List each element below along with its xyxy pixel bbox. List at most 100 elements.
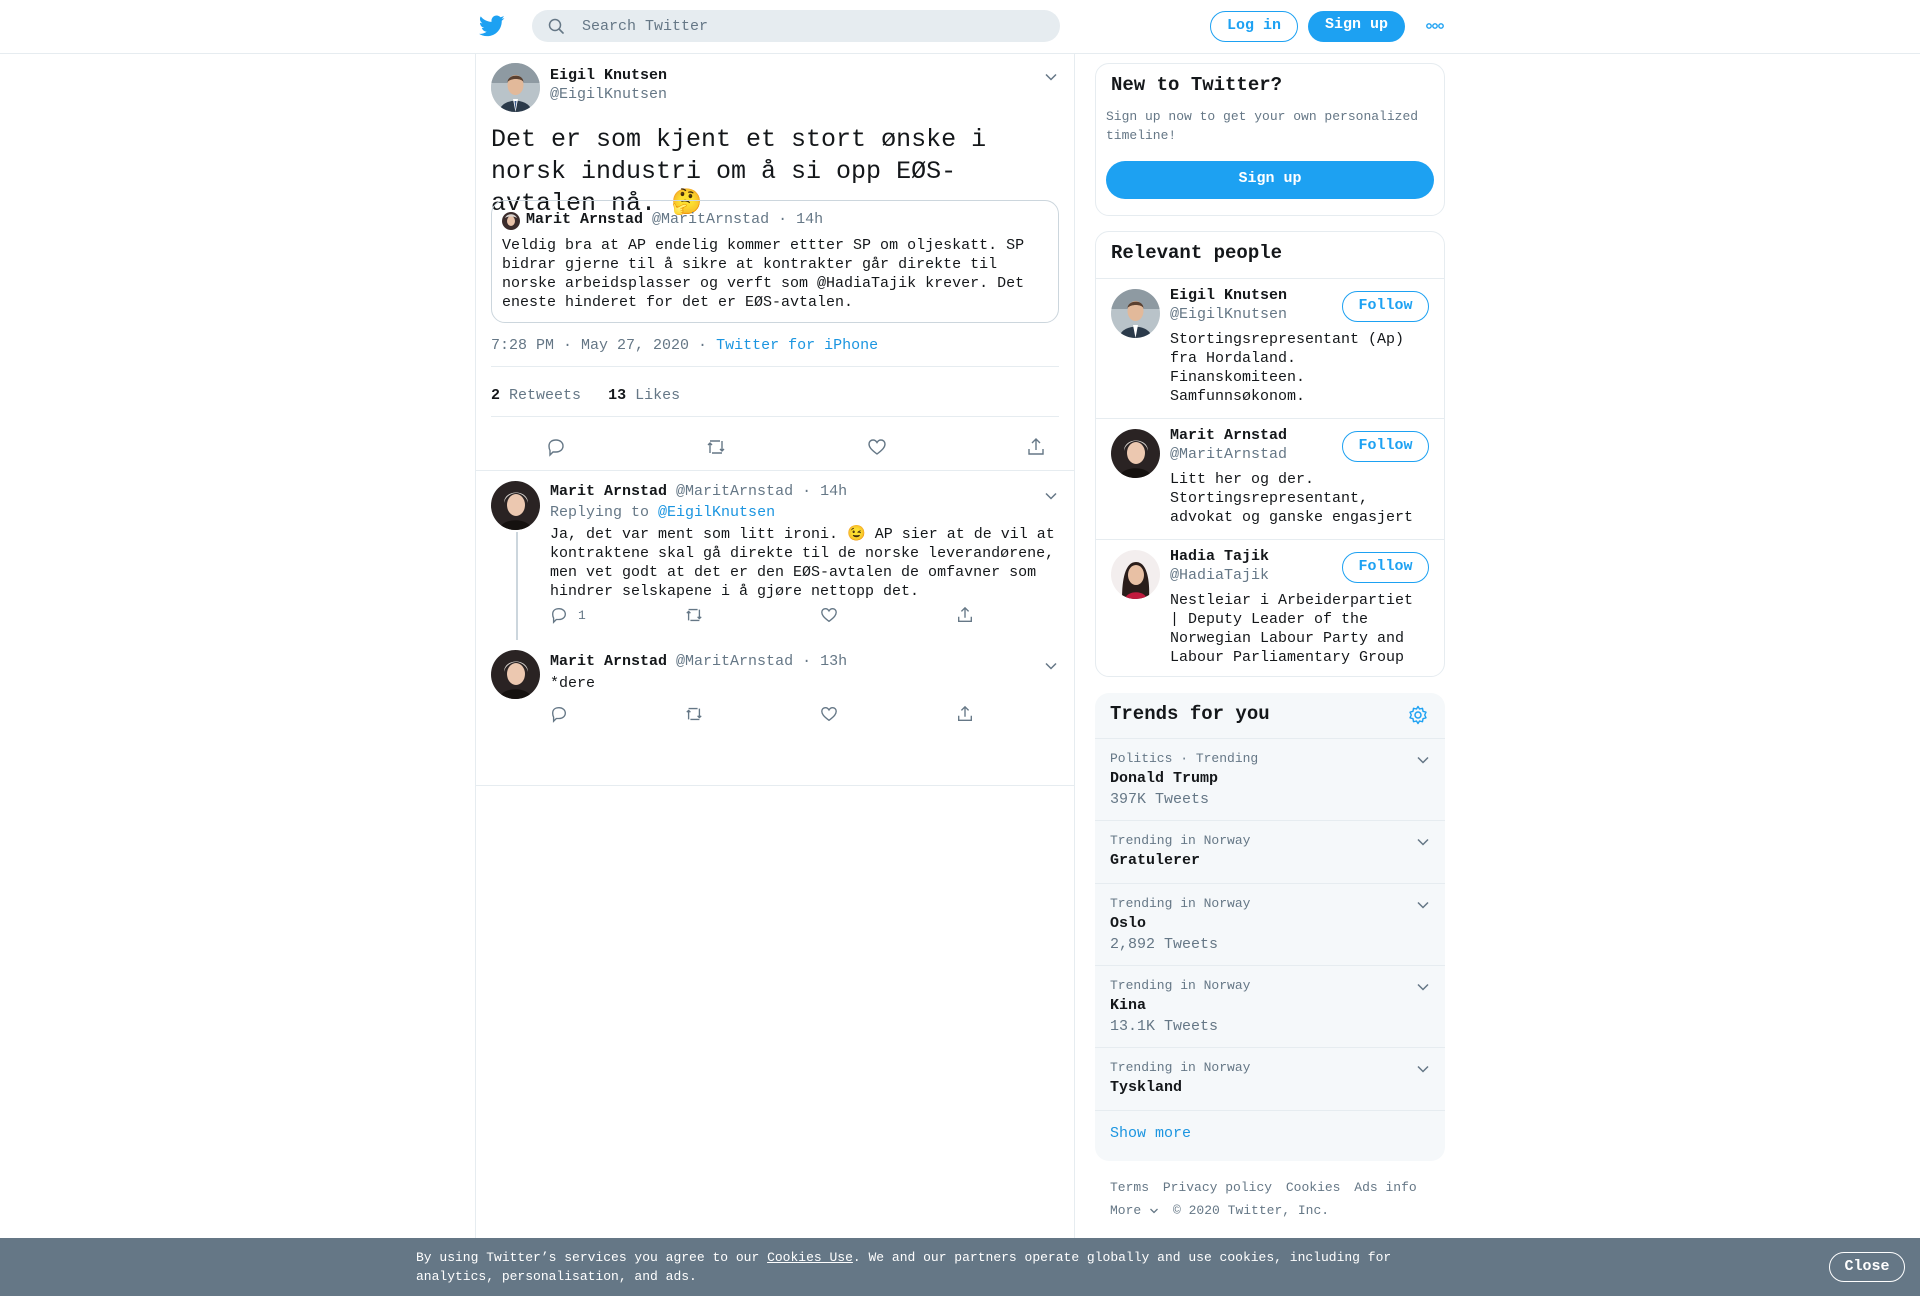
avatar-image bbox=[491, 63, 540, 112]
trend-count: 2,892 Tweets bbox=[1110, 936, 1219, 953]
retweet-icon[interactable] bbox=[705, 437, 727, 457]
settings-gear-icon[interactable] bbox=[1408, 705, 1428, 725]
author-handle[interactable]: @EigilKnutsen bbox=[550, 86, 667, 103]
trend-item[interactable]: Trending in Norway Kina 13.1K Tweets bbox=[1095, 965, 1445, 1047]
follow-button[interactable]: Follow bbox=[1342, 431, 1429, 462]
footer-link-privacy[interactable]: Privacy policy bbox=[1163, 1180, 1272, 1195]
trend-name: Oslo bbox=[1110, 915, 1147, 932]
trend-item[interactable]: Trending in Norway Gratulerer bbox=[1095, 820, 1445, 883]
tweet-timestamp[interactable]: 7:28 PM · May 27, 2020 · bbox=[491, 337, 707, 354]
reply-author-name[interactable]: Marit Arnstad bbox=[550, 653, 667, 670]
retweet-icon[interactable] bbox=[684, 606, 704, 624]
like-icon[interactable] bbox=[820, 705, 838, 723]
chevron-down-icon[interactable] bbox=[1416, 980, 1430, 994]
search-box[interactable] bbox=[532, 10, 1060, 42]
chevron-down-icon[interactable] bbox=[1044, 489, 1058, 503]
login-button[interactable]: Log in bbox=[1210, 11, 1298, 42]
person-handle[interactable]: @MaritArnstad bbox=[1170, 446, 1287, 463]
quote-author-name[interactable]: Marit Arnstad bbox=[526, 211, 643, 228]
avatar-eigil[interactable] bbox=[491, 63, 540, 112]
avatar-marit[interactable] bbox=[491, 650, 540, 699]
more-options-icon[interactable] bbox=[1425, 21, 1445, 31]
reply-time[interactable]: · 14h bbox=[802, 483, 847, 500]
chevron-down-icon[interactable] bbox=[1044, 659, 1058, 673]
person-item[interactable]: Eigil Knutsen @EigilKnutsen Follow Stort… bbox=[1096, 278, 1444, 418]
likes-stat[interactable]: 13 Likes bbox=[608, 387, 680, 404]
trend-item[interactable]: Trending in Norway Tyskland bbox=[1095, 1047, 1445, 1110]
follow-button[interactable]: Follow bbox=[1342, 552, 1429, 583]
person-handle[interactable]: @HadiaTajik bbox=[1170, 567, 1269, 584]
footer-more[interactable]: More bbox=[1110, 1203, 1159, 1218]
reply-author-handle[interactable]: @MaritArnstad bbox=[676, 483, 793, 500]
quoted-tweet[interactable]: Marit Arnstad @MaritArnstad · 14h Veldig… bbox=[491, 200, 1059, 323]
reply-icon[interactable] bbox=[550, 606, 568, 624]
follow-button[interactable]: Follow bbox=[1342, 291, 1429, 322]
reply-action[interactable]: 1 bbox=[550, 606, 684, 624]
trend-count: 13.1K Tweets bbox=[1110, 1018, 1219, 1035]
trend-item[interactable]: Politics · Trending Donald Trump 397K Tw… bbox=[1095, 738, 1445, 820]
trends-card: Trends for you Politics · Trending Donal… bbox=[1095, 693, 1445, 1161]
twitter-bird-icon[interactable] bbox=[478, 13, 506, 39]
tweet-source-link[interactable]: Twitter for iPhone bbox=[716, 337, 878, 354]
card-title: Trends for you bbox=[1110, 703, 1270, 725]
person-name[interactable]: Marit Arnstad bbox=[1170, 427, 1287, 444]
trend-name: Donald Trump bbox=[1110, 770, 1219, 787]
reply-tweet[interactable]: Marit Arnstad @MaritArnstad · 14h Replyi… bbox=[476, 471, 1074, 641]
quote-author-handle[interactable]: @MaritArnstad bbox=[652, 211, 769, 228]
avatar-marit[interactable] bbox=[1111, 429, 1160, 478]
chevron-down-icon[interactable] bbox=[1416, 835, 1430, 849]
share-icon[interactable] bbox=[1026, 437, 1046, 457]
signup-button[interactable]: Sign up bbox=[1308, 11, 1405, 42]
avatar-marit[interactable] bbox=[491, 481, 540, 530]
chevron-down-icon[interactable] bbox=[1416, 753, 1430, 767]
reply-author-name[interactable]: Marit Arnstad bbox=[550, 483, 667, 500]
signup-button[interactable]: Sign up bbox=[1106, 161, 1434, 199]
show-more-row: Show more bbox=[1095, 1110, 1445, 1161]
author-name[interactable]: Eigil Knutsen bbox=[550, 67, 667, 84]
cookie-close-button[interactable]: Close bbox=[1829, 1252, 1905, 1282]
search-input[interactable] bbox=[582, 10, 1042, 42]
main-column: Eigil Knutsen @EigilKnutsen Det er som k… bbox=[475, 54, 1075, 1244]
person-name[interactable]: Hadia Tajik bbox=[1170, 548, 1269, 565]
person-item[interactable]: Hadia Tajik @HadiaTajik Follow Nestleiar… bbox=[1096, 539, 1444, 676]
share-icon[interactable] bbox=[956, 705, 974, 723]
relevant-people-card: Relevant people Eigil Knutsen @EigilKnut… bbox=[1095, 231, 1445, 677]
chevron-down-icon bbox=[1150, 1208, 1159, 1213]
person-bio: Stortingsrepresentant (Ap) fra Hordaland… bbox=[1170, 331, 1405, 405]
quote-text: Veldig bra at AP endelig kommer ettter S… bbox=[502, 237, 1025, 311]
trend-item[interactable]: Trending in Norway Oslo 2,892 Tweets bbox=[1095, 883, 1445, 965]
reply-header: Marit Arnstad @MaritArnstad · 13h bbox=[550, 653, 847, 670]
reply-tweet[interactable]: Marit Arnstad @MaritArnstad · 13h *dere bbox=[476, 641, 1074, 786]
card-description: Sign up now to get your own personalized… bbox=[1106, 109, 1419, 143]
reply-text: *dere bbox=[550, 675, 596, 692]
divider bbox=[491, 366, 1059, 367]
footer-link-ads[interactable]: Ads info bbox=[1354, 1180, 1416, 1195]
retweets-stat[interactable]: 2 Retweets bbox=[491, 387, 581, 404]
like-icon[interactable] bbox=[820, 606, 838, 624]
like-icon[interactable] bbox=[867, 437, 887, 457]
avatar-eigil[interactable] bbox=[1111, 289, 1160, 338]
reply-actions: 1 bbox=[550, 606, 974, 624]
reply-author-handle[interactable]: @MaritArnstad bbox=[676, 653, 793, 670]
reply-icon[interactable] bbox=[550, 705, 568, 723]
search-icon bbox=[548, 18, 564, 34]
chevron-down-icon[interactable] bbox=[1044, 70, 1058, 84]
chevron-down-icon[interactable] bbox=[1416, 1062, 1430, 1076]
show-more-link[interactable]: Show more bbox=[1110, 1125, 1191, 1142]
share-icon[interactable] bbox=[956, 606, 974, 624]
chevron-down-icon[interactable] bbox=[1416, 898, 1430, 912]
footer-link-cookies[interactable]: Cookies bbox=[1286, 1180, 1341, 1195]
reply-time[interactable]: · 13h bbox=[802, 653, 847, 670]
cookies-use-link[interactable]: Cookies Use bbox=[767, 1250, 853, 1265]
person-handle[interactable]: @EigilKnutsen bbox=[1170, 306, 1287, 323]
replying-to: Replying to @EigilKnutsen bbox=[550, 504, 776, 521]
person-bio: Litt her og der. Stortingsrepresentant, … bbox=[1170, 471, 1414, 526]
reply-icon[interactable] bbox=[546, 437, 566, 457]
replying-to-link[interactable]: @EigilKnutsen bbox=[658, 504, 775, 521]
footer-link-terms[interactable]: Terms bbox=[1110, 1180, 1149, 1195]
avatar-hadia[interactable] bbox=[1111, 550, 1160, 599]
avatar-image bbox=[491, 481, 540, 530]
person-name[interactable]: Eigil Knutsen bbox=[1170, 287, 1287, 304]
person-item[interactable]: Marit Arnstad @MaritArnstad Follow Litt … bbox=[1096, 418, 1444, 539]
retweet-icon[interactable] bbox=[684, 705, 704, 723]
